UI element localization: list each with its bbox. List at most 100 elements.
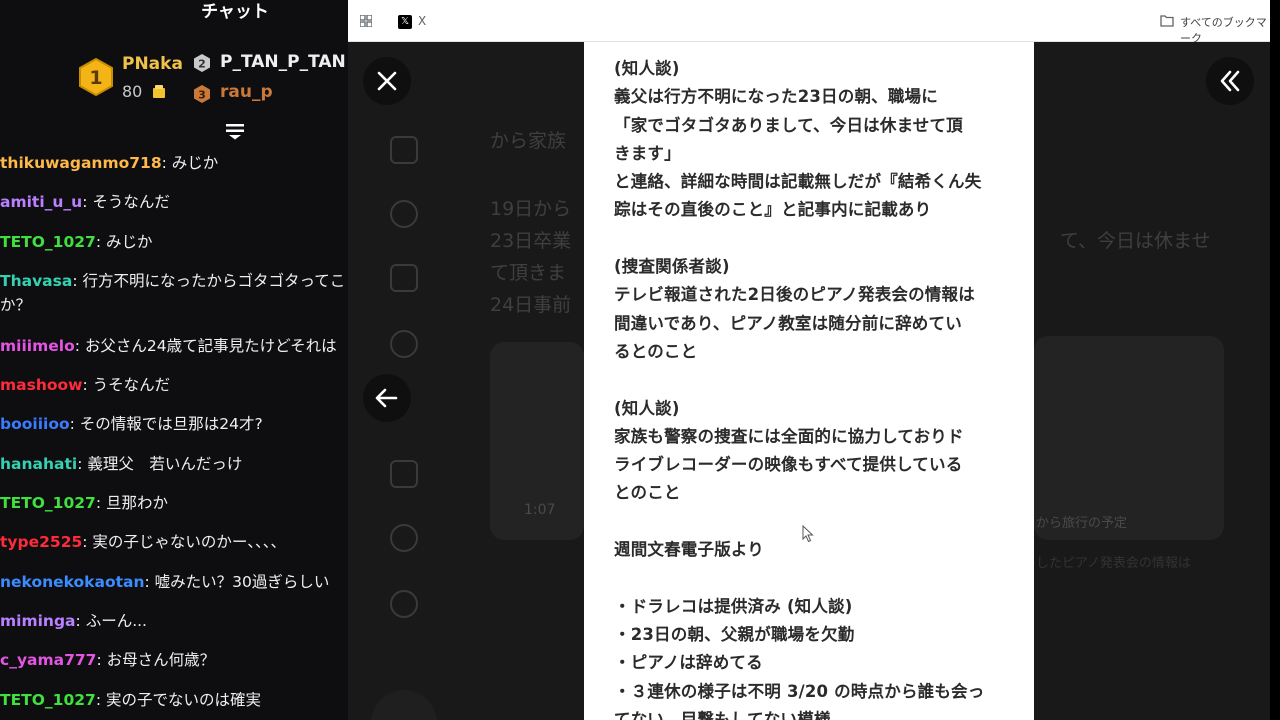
chat-username[interactable]: hanahati [0,455,77,473]
chat-username[interactable]: booiiioo [0,415,70,433]
chat-username[interactable]: thikuwaganmo718 [0,154,162,172]
media-thumbnail[interactable] [1034,336,1224,540]
chat-panel: チャット 1 PNaka 80 2 P_TAN_P_TAN 3 rau_p th… [0,0,348,720]
chat-username[interactable]: Thavasa [0,272,72,290]
doc-line: 間違いであり、ピアノ教室は随分前に辞めてい [614,313,962,333]
bits-icon [153,85,165,98]
chat-message-continuation: か？ [0,294,348,331]
expand-sidebar-button[interactable] [1206,57,1254,105]
chat-message-text: 義理父 若いんだっけ [82,454,243,473]
doc-line: てない、目撃もしてない模様 [614,709,831,720]
tweet-text-fragment: て頂きま [490,262,567,284]
chat-username[interactable]: miminga [0,612,76,630]
chat-message: TETO_1027: 実の子でないのは確実 [0,690,261,709]
previous-image-button[interactable] [363,374,411,422]
x-logo-icon[interactable]: 𝕏 [398,15,412,29]
doc-line: ・ピアノは辞めてる [614,653,763,673]
doc-line: 「家でゴタゴタありまして、今日は休ませて頂 [614,115,963,135]
doc-line: ライブレコーダーの映像もすべて提供している [614,455,963,475]
chat-message: TETO_1027: みじか [0,232,153,251]
chat-title: チャット [201,2,269,22]
gold-rank-badge-icon: 1 [79,58,113,96]
double-chevron-left-icon [1220,70,1240,92]
tweet-text-fragment: したピアノ発表会の情報は [1036,556,1191,571]
chat-message: Thavasa: 行方不明になったからゴタゴタってこと [0,266,348,294]
rank2-number: 2 [198,58,206,71]
chat-message: TETO_1027: 旦那わか [0,494,168,513]
messages-icon[interactable] [390,330,418,358]
chat-message-text: 旦那わか [101,494,168,513]
chat-message: type2525: 実の子じゃないのかー、、、、 [0,533,287,552]
close-button[interactable] [363,57,411,105]
chat-username[interactable]: TETO_1027 [0,494,96,512]
folder-icon[interactable] [1160,15,1174,27]
chat-message-text: 実の子でないのは確実 [101,690,261,709]
notifications-icon[interactable] [390,264,418,292]
browser-window: 𝕏 X すべてのブックマーク から家族 19日から 23日卒業 て頂きま 24日… [348,0,1270,720]
mouse-cursor-icon [802,525,814,543]
rank2-username[interactable]: P_TAN_P_TAN [220,52,346,72]
rank1-number: 1 [89,67,102,89]
doc-line: 踪はその直後のこと』と記事内に記載あり [614,200,932,220]
chat-username[interactable]: amiti_u_u [0,193,82,211]
profile-icon[interactable] [390,524,418,552]
doc-line: 義父は行方不明になった23日の朝、職場に [614,87,938,107]
chat-message: mashoow: うそなんだ [0,376,171,395]
chat-username[interactable]: nekonekokaotan [0,573,145,591]
compose-edit-icon[interactable] [390,460,418,488]
arrow-left-icon [375,388,398,408]
chat-message-text: ふーん... [80,611,147,630]
more-icon[interactable] [390,590,418,618]
chat-message-text: 実の子じゃないのかー、、、、 [87,533,287,552]
post-button[interactable] [371,690,437,720]
doc-line: きます」 [614,143,681,163]
chat-message-text: そうなんだ [87,193,170,212]
chat-message-text: 嘘みたい？30過ぎらしい [149,572,330,591]
collapse-leaderboard-icon[interactable] [225,122,245,140]
doc-line [614,508,1024,536]
doc-line: 週間文春電子版より [614,540,764,560]
doc-line: ・３連休の様子は不明 3/20 の時点から誰も会っ [614,681,985,701]
doc-line: ・ドラレコは提供済み (知人談) [614,596,853,616]
chat-message-text: みじか [101,232,153,251]
doc-line [614,366,1024,394]
doc-line [614,564,1024,592]
bronze-rank-badge-icon: 3 [194,85,210,103]
chat-username[interactable]: TETO_1027 [0,691,96,709]
tweet-text-fragment: 24日事前 [490,294,572,316]
chat-message-list: thikuwaganmo718: みじか amiti_u_u: そうなんだ TE… [0,148,348,720]
chat-username[interactable]: mashoow [0,376,83,394]
screen-edge [1270,0,1280,720]
doc-line: テレビ報道された2日後のピアノ発表会の情報は [614,285,975,305]
chat-message: nekonekokaotan: 嘘みたい？30過ぎらしい [0,572,330,591]
chat-username[interactable]: TETO_1027 [0,233,96,251]
tweet-text-fragment: 23日卒業 [490,230,572,252]
chat-message: booiiioo: その情報では旦那は24才? [0,415,263,434]
doc-line: と連絡、詳細な時間は記載無しだが『結希くん失 [614,172,982,192]
chat-message-text: お父さん24歳て記事見たけどそれは [79,336,337,355]
chat-message-text: お母さん何歳？ [101,651,216,670]
document-text: (知人談) 義父は行方不明になった23日の朝、職場に 「家でゴタゴタありまして、… [614,55,1024,720]
doc-line: とのこと [614,483,681,503]
chat-message-text: 行方不明になったからゴタゴタってこと [77,271,348,290]
silver-rank-badge-icon: 2 [194,54,210,72]
apps-grid-icon[interactable] [360,15,372,27]
doc-line [614,225,1024,253]
rank1-score: 80 [122,82,143,101]
doc-line: 家族も警察の捜査には全面的に協力しておりド [614,426,964,446]
chat-message: hanahati: 義理父 若いんだっけ [0,454,243,473]
rank3-username[interactable]: rau_p [220,82,273,102]
tweet-text-fragment: 19日から [490,198,572,220]
chat-username[interactable]: type2525 [0,533,82,551]
chat-username[interactable]: miiimelo [0,337,75,355]
chat-message-text: その情報では旦那は24才? [74,415,263,434]
home-icon[interactable] [390,136,418,164]
bookmark-x[interactable]: X [418,14,426,28]
chat-message: c_yama777: お母さん何歳？ [0,651,216,670]
chat-message-text: みじか [166,154,219,172]
search-icon[interactable] [390,200,418,228]
rank1-username[interactable]: PNaka [122,54,183,74]
doc-line: (知人談) [614,59,680,78]
chat-username[interactable]: c_yama777 [0,651,96,669]
doc-line: ・23日の朝、父親が職場を欠勤 [614,624,855,644]
